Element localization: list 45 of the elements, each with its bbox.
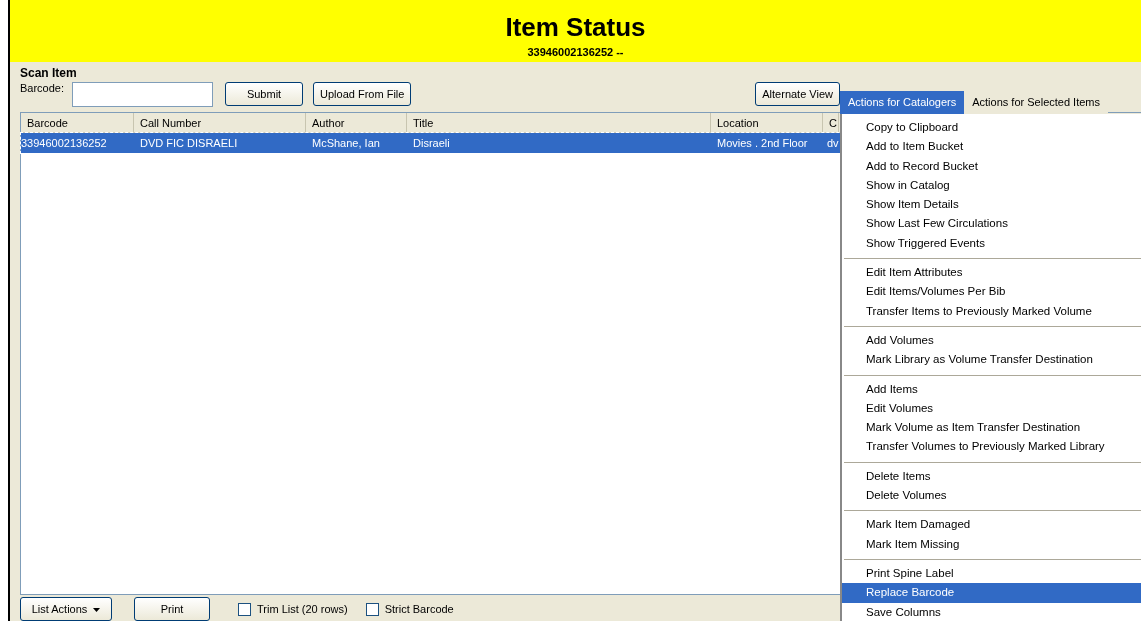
menu-item[interactable]: Delete Volumes [842, 486, 1141, 506]
menu-item[interactable]: Mark Item Missing [842, 534, 1141, 554]
menu-item[interactable]: Edit Volumes [842, 398, 1141, 419]
menu-item[interactable]: Print Spine Label [842, 563, 1141, 584]
group-legend: Scan Item [20, 66, 1141, 80]
upload-button[interactable]: Upload From File [313, 82, 412, 106]
table-cell-text: dv [826, 136, 839, 151]
menu-item[interactable]: Mark Library as Volume Transfer Destination [842, 350, 1141, 370]
menu-item[interactable]: Add to Record Bucket [842, 156, 1141, 176]
menu-item[interactable]: Replace Barcode [842, 583, 1141, 603]
submit-button[interactable]: Submit [225, 82, 304, 106]
barcode-field[interactable] [72, 81, 214, 107]
table-cell-text: Movies . 2nd Floor [716, 136, 809, 151]
menu-item[interactable]: Edit Item Attributes [842, 263, 1141, 283]
menu-item[interactable]: Edit Items/Volumes Per Bib [842, 282, 1141, 302]
caret-icon [93, 608, 101, 613]
checkbox[interactable] [238, 602, 251, 616]
menu-tab[interactable]: Actions for Catalogers [840, 91, 965, 114]
menu-item[interactable]: Show in Catalog [842, 175, 1141, 196]
table-cell-text: 33946002136252 [21, 136, 108, 151]
barcode-label: Barcode: [20, 82, 65, 94]
menu-item[interactable]: Add to Item Bucket [842, 137, 1141, 157]
menu-item[interactable]: Show Triggered Events [842, 233, 1141, 254]
table-cell-text: McShane, Ian [311, 136, 381, 151]
menu-item[interactable]: Add Volumes [842, 330, 1141, 351]
menu-item[interactable]: Show Item Details [842, 195, 1141, 215]
menu-item[interactable]: Delete Items [842, 466, 1141, 487]
page-subtitle: 33946002136252 -- [527, 46, 624, 58]
menu-item[interactable]: Transfer Items to Previously Marked Volume [842, 301, 1141, 321]
menu-item[interactable]: Add Items [842, 379, 1141, 399]
page-title: Item Status [505, 12, 646, 42]
print-button[interactable]: Print [134, 597, 210, 621]
list-actions-button[interactable]: List Actions [20, 597, 112, 621]
checkbox-label: Strict Barcode [384, 603, 454, 615]
menu-item[interactable]: Mark Volume as Item Transfer Destination [842, 418, 1141, 438]
menu-item[interactable]: Copy to Clipboard [842, 118, 1141, 138]
menu-item[interactable]: Mark Item Damaged [842, 515, 1141, 535]
table-cell-text: Disraeli [412, 136, 451, 151]
menu-item[interactable]: Transfer Volumes to Previously Marked Library [842, 437, 1141, 457]
table-cell-text: DVD FIC DISRAELI [139, 136, 239, 151]
menu-item[interactable]: Save Columns [842, 602, 1141, 621]
menu-item[interactable]: Show Last Few Circulations [842, 214, 1141, 234]
checkbox-label: Trim List (20 rows) [257, 603, 348, 615]
checkbox[interactable] [365, 602, 379, 616]
alternate-view-button[interactable]: Alternate View [755, 82, 840, 106]
